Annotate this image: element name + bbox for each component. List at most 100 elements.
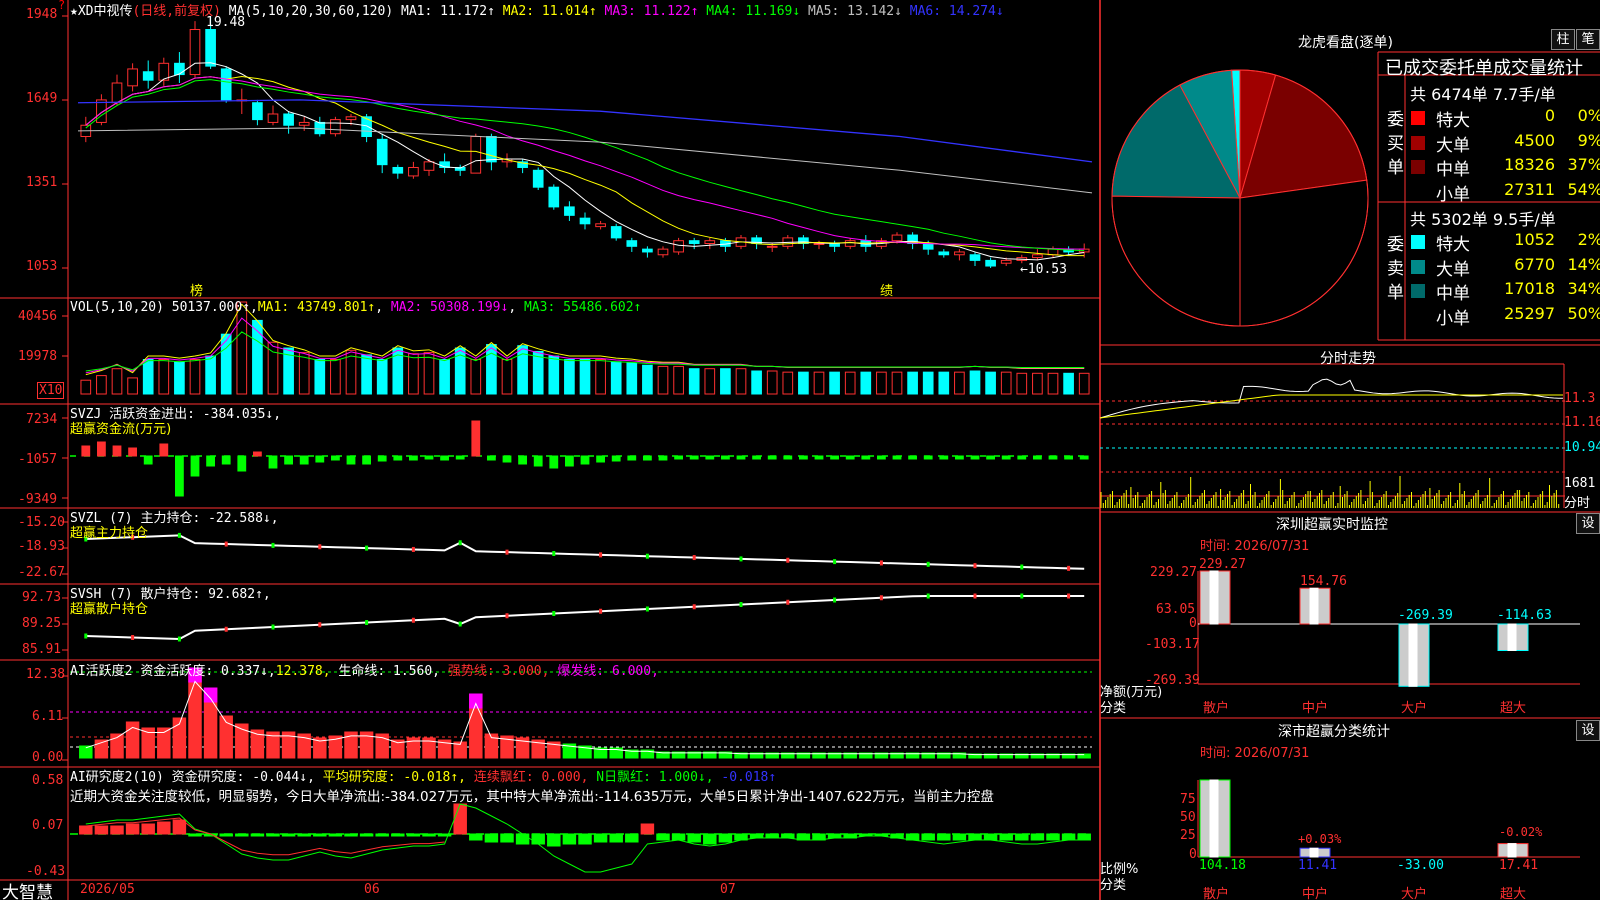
holding-tick (505, 613, 509, 619)
flow-bar (923, 455, 933, 460)
research-bar (79, 825, 93, 835)
research-bar (313, 833, 327, 837)
flow-bar (455, 455, 465, 460)
earnings-mark[interactable]: 绩 (880, 280, 893, 299)
volume-bar (111, 368, 123, 395)
candle-body (174, 62, 185, 76)
holding-tick (224, 626, 228, 632)
flow-bar (861, 455, 871, 460)
volume-bar (1000, 371, 1012, 395)
candle-body (298, 121, 310, 126)
research-bar (172, 819, 187, 835)
research-bar (515, 833, 530, 845)
volume-bar (907, 371, 918, 395)
flow-bar (206, 455, 215, 467)
svzl-subtitle: 超赢主力持仓 (70, 526, 149, 541)
ai2-title[interactable]: AI研究度2(10) (70, 770, 164, 785)
dragon-tiger-mark[interactable]: 榜 (190, 280, 203, 299)
ma4-value: MA4: 11.169↓ (706, 4, 801, 19)
buy-color-swatch (1411, 160, 1425, 174)
holding-tick (84, 633, 88, 639)
volume-bar (96, 375, 107, 395)
chart-canvas (0, 0, 1600, 900)
vol-title[interactable]: VOL(5,10,20) (70, 300, 164, 315)
candle-body (470, 136, 482, 174)
holding-tick (224, 541, 228, 547)
price-tick: 1649 (26, 91, 58, 106)
volume-bar (1078, 372, 1090, 395)
ma5-value: MA5: 13.142↓ (808, 4, 902, 19)
ai1-strong: 强势线: 3.000, (447, 664, 550, 679)
research-bar (593, 833, 608, 843)
candle-body (1047, 248, 1059, 256)
buy-row-name: 小单 (1436, 184, 1470, 205)
sell-row-name: 小单 (1436, 308, 1470, 329)
holding-tick (645, 606, 649, 612)
research-bar (640, 823, 655, 835)
sell-color-swatch (1411, 235, 1425, 249)
sell-total: 共 5302单 9.5手/单 (1410, 210, 1556, 229)
holding-tick (926, 561, 930, 567)
buy-row-pct: 9% (1577, 130, 1600, 150)
svsh-value: 散户持仓: 92.682↑, (140, 587, 271, 602)
research-bar (547, 833, 561, 847)
volume-bar (891, 371, 903, 395)
volume-bar (735, 368, 747, 395)
sz-settings-button[interactable]: 设 (1576, 513, 1600, 534)
flow-bar (970, 455, 980, 460)
flow-bar (362, 455, 372, 465)
flow-bar (1033, 455, 1042, 460)
class-bar-highlight (1209, 779, 1219, 858)
date-axis-label: 2026/05 (80, 882, 135, 897)
candle-body (813, 243, 825, 246)
candle-body (486, 136, 497, 163)
candle-body (844, 240, 856, 247)
class-tick: 50 (1180, 810, 1196, 825)
holding-tick (411, 617, 415, 623)
ai1-header: AI活跃度2 资金活跃度: 0.337↓,12.378, 生命线: 1.560,… (70, 660, 659, 679)
sell-row-vol: 25297 (1504, 303, 1555, 323)
intraday-title[interactable]: 分时走势 (1320, 348, 1376, 368)
research-bar (749, 833, 764, 839)
buy-color-swatch (1411, 111, 1425, 125)
research-bar (406, 833, 421, 837)
candle-body (205, 29, 216, 67)
sz-bar-highlight (1408, 623, 1418, 687)
holding-tick (833, 559, 837, 565)
candle-body (579, 217, 591, 225)
intraday-unit: 分时 (1564, 496, 1591, 511)
candle-body (595, 223, 606, 228)
vol-ma1: MA1: 43749.801↑ (257, 300, 376, 315)
ai1-tick: 0.00 (32, 750, 64, 765)
holding-tick (692, 555, 696, 561)
ai1-title[interactable]: AI活跃度2 (70, 664, 132, 679)
ai2-avg: 平均研究度: -0.018↑, (322, 770, 467, 785)
candle-body (283, 113, 294, 126)
flow-bar (549, 455, 559, 469)
research-bar (1046, 833, 1060, 841)
research-bar (110, 825, 124, 835)
volume-bar (174, 361, 185, 395)
pie-slice (1111, 195, 1241, 327)
volume-bar (860, 371, 872, 395)
svzl-tick: -15.20 (18, 515, 65, 530)
research-bar (266, 833, 280, 837)
flow-bar (487, 455, 496, 461)
bar-view-button[interactable]: 柱 (1551, 29, 1575, 50)
holding-tick (599, 608, 603, 614)
svsh-tick: 85.91 (22, 642, 62, 657)
class-settings-button[interactable]: 设 (1576, 720, 1600, 741)
flow-bar (1001, 455, 1011, 460)
research-bar (469, 833, 483, 841)
svzl-value: 主力持仓: -22.588↓, (140, 511, 279, 526)
tick-view-button[interactable]: 笔 (1576, 29, 1600, 50)
flow-bar (1064, 455, 1073, 460)
flow-bar (721, 455, 730, 460)
vol-tick: 40456 (18, 309, 58, 324)
stock-title[interactable]: ★XD中视传 (70, 4, 132, 19)
help-icon[interactable]: ? (58, 0, 65, 12)
holding-tick (458, 621, 462, 627)
lhb-title: 龙虎看盘(逐单) (1298, 35, 1393, 51)
candle-body (252, 102, 263, 121)
class-value: 11.41 (1298, 858, 1338, 873)
